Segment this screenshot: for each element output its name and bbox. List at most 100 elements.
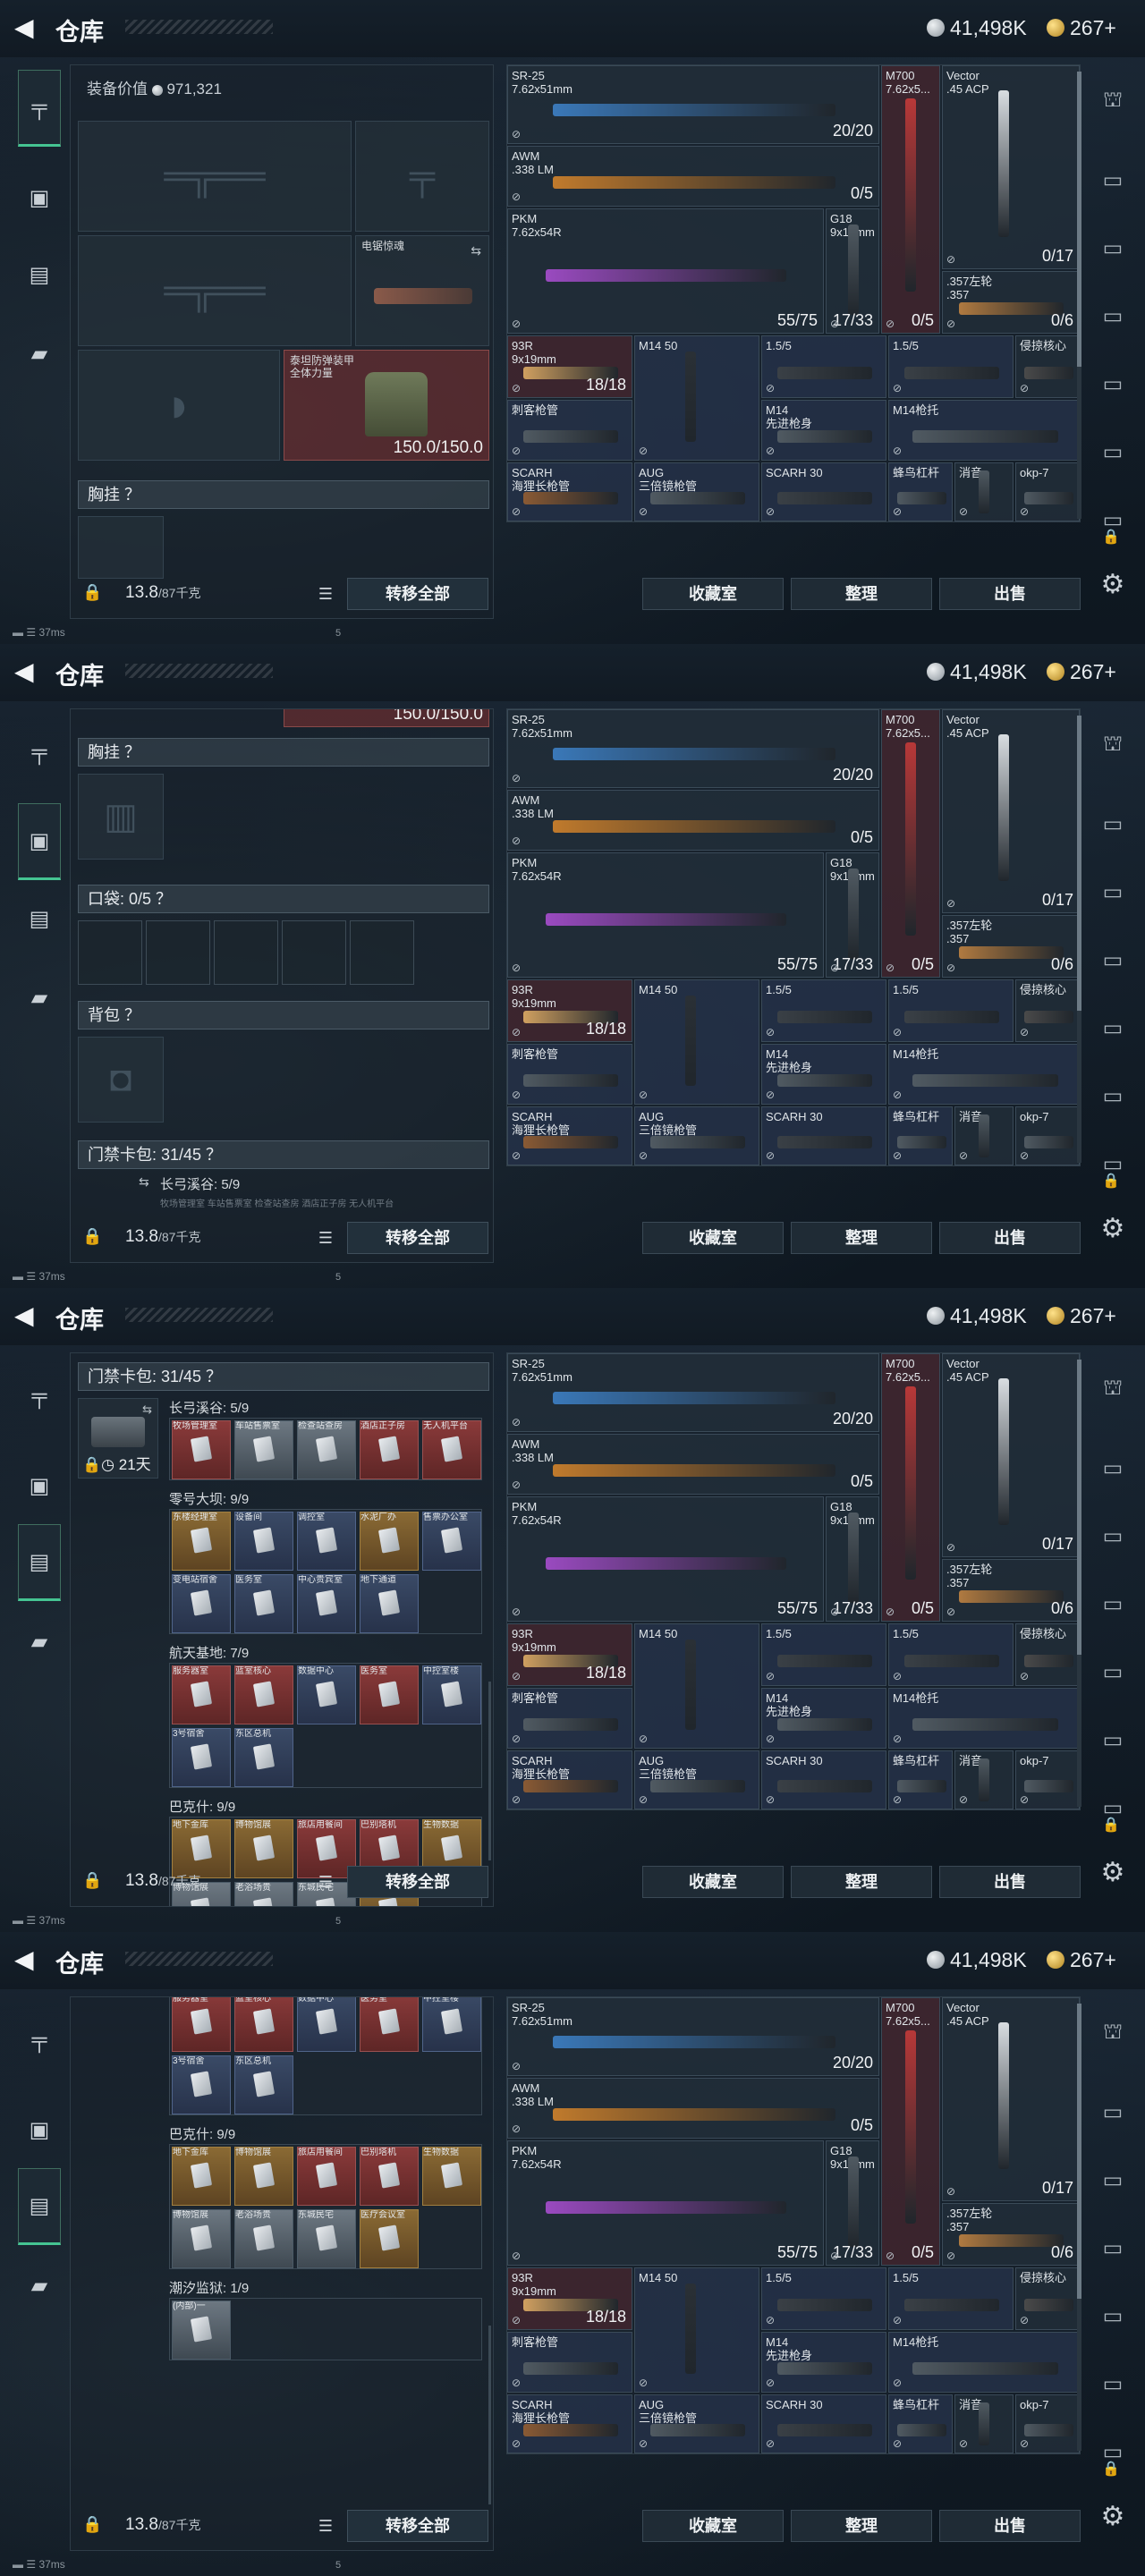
stash-page-1-icon[interactable]: ▭ (1093, 161, 1132, 200)
stash-item[interactable]: AWM .338 LM 0/5 ⊘ (507, 2078, 879, 2139)
stash-item[interactable]: AWM .338 LM 0/5 ⊘ (507, 1434, 879, 1495)
keycard-item[interactable]: 检查站查房 (297, 1420, 356, 1479)
stash-item[interactable]: 蜂鸟杠杆 ⊘ (888, 1750, 953, 1809)
keycard-item[interactable]: 数据中心 (297, 1665, 356, 1724)
stash-page-4-icon[interactable]: ▭ (1093, 1653, 1132, 1692)
stash-item[interactable]: 93R 9x19mm 18/18 ⊘ (507, 979, 632, 1042)
stash-item[interactable]: M14 先进枪身 ⊘ (761, 1044, 886, 1105)
keycard-item[interactable]: 3号宿舍 (172, 2055, 231, 2114)
swap-icon[interactable]: ⇆ (471, 243, 481, 258)
stash-item[interactable]: M700 7.62x5... 0/5 ⊘ (881, 65, 940, 334)
stash-item[interactable]: M14 先进枪身 ⊘ (761, 2332, 886, 2393)
stash-item[interactable]: 93R 9x19mm 18/18 ⊘ (507, 1623, 632, 1686)
tab-weapons[interactable]: ╤ (18, 714, 61, 791)
stash-page-2-icon[interactable]: ▭ (1093, 873, 1132, 912)
tab-equipment[interactable]: ▣ (18, 2091, 61, 2168)
stash-item[interactable]: SCARH 30 ⊘ (761, 1750, 886, 1809)
pocket-slot[interactable] (282, 920, 346, 985)
keycard-scrollbar[interactable] (488, 1682, 491, 1860)
stash-item[interactable]: SCARH 30 ⊘ (761, 1106, 886, 1165)
gold-currency[interactable]: 267+ (1047, 1945, 1116, 1974)
stash-item[interactable]: PKM 7.62x54R 55/75 ⊘ (507, 1496, 824, 1622)
stash-item[interactable]: Vector .45 ACP 0/17 ⊘ (942, 1997, 1080, 2201)
keycard-item[interactable]: (内部)一 (172, 2301, 231, 2360)
keycard-item[interactable]: 地下通道 (360, 1574, 419, 1633)
collection-button[interactable]: 收藏室 (642, 578, 784, 610)
stash-item[interactable]: 蜂鸟杠杆 ⊘ (888, 2394, 953, 2453)
stash-item[interactable]: G189x19mm17/33⊘ (826, 1496, 879, 1622)
stash-item[interactable]: G189x19mm17/33⊘ (826, 208, 879, 334)
stash-item[interactable]: M14枪托 ⊘ (888, 2332, 1080, 2393)
stash-item[interactable]: AUG 三倍镜枪管 ⊘ (634, 462, 759, 521)
stash-item[interactable]: Vector .45 ACP 0/17 ⊘ (942, 65, 1080, 269)
stash-item[interactable]: 1.5/5 ⊘ (761, 335, 886, 398)
collection-button[interactable]: 收藏室 (642, 2510, 784, 2542)
stash-item[interactable]: SCARH 海狸长枪管 ⊘ (507, 1106, 632, 1165)
stash-item[interactable]: 1.5/5 ⊘ (888, 1623, 1014, 1686)
tab-weapons[interactable]: ╤ (18, 70, 61, 147)
gold-currency[interactable]: 267+ (1047, 1301, 1116, 1330)
stash-item[interactable]: 刺客枪管 ⊘ (507, 1044, 632, 1105)
tab-equipment[interactable]: ▣ (18, 803, 61, 880)
stash-item[interactable]: .357左轮 .357 0/6 ⊘ (942, 2203, 1080, 2266)
stash-item[interactable]: 消音 ⊘ (954, 2394, 1014, 2453)
keycard-item[interactable]: 蓝室核心 (234, 1665, 293, 1724)
keycard-item[interactable]: 调控室 (297, 1512, 356, 1571)
stash-item[interactable]: 蜂鸟杠杆 ⊘ (888, 1106, 953, 1165)
pocket-slot[interactable] (146, 920, 210, 985)
keycard-item[interactable]: 东城民宅 (297, 2209, 356, 2268)
keycard-item[interactable]: 东区总机 (234, 1728, 293, 1787)
keycard-item[interactable]: 旅店用餐间 (297, 2147, 356, 2206)
keycard-item[interactable]: 蓝室核心 (234, 1997, 293, 2052)
stash-item[interactable]: SR-25 7.62x51mm 20/20 ⊘ (507, 1997, 879, 2076)
keycard-item[interactable]: 数据中心 (297, 1997, 356, 2052)
pocket-slot[interactable] (350, 920, 414, 985)
padlock-icon[interactable]: 🔒 (1102, 1172, 1120, 1190)
stash-item[interactable]: 1.5/5 ⊘ (888, 2267, 1014, 2330)
stash-item[interactable]: 93R 9x19mm 18/18 ⊘ (507, 2267, 632, 2330)
stash-item[interactable]: 侵掠核心 ⊘ (1015, 335, 1080, 398)
stash-item[interactable]: okp-7 ⊘ (1015, 2394, 1080, 2453)
stash-scrollbar[interactable] (1077, 716, 1081, 1163)
chest-rig-slot[interactable]: ▥ (78, 774, 164, 860)
stash-item[interactable]: M14 先进枪身 ⊘ (761, 1688, 886, 1749)
transfer-all-button[interactable]: 转移全部 (347, 2510, 488, 2542)
chest-rig-slot[interactable] (78, 516, 164, 579)
stash-item[interactable]: G189x19mm17/33⊘ (826, 2140, 879, 2266)
keycard-item[interactable]: 医务室 (234, 1574, 293, 1633)
stash-item[interactable]: SCARH 海狸长枪管 ⊘ (507, 1750, 632, 1809)
stash-item[interactable]: Vector .45 ACP 0/17 ⊘ (942, 709, 1080, 913)
stash-item[interactable]: M14枪托 ⊘ (888, 1044, 1080, 1105)
stash-page-4-icon[interactable]: ▭ (1093, 365, 1132, 404)
keycard-item[interactable]: 设备间 (234, 1512, 293, 1571)
stash-page-3-icon[interactable]: ▭ (1093, 297, 1132, 336)
stash-item[interactable]: SCARH 30 ⊘ (761, 462, 886, 521)
stash-page-2-icon[interactable]: ▭ (1093, 2161, 1132, 2200)
keycard-item[interactable]: 地下金库 (172, 2147, 231, 2206)
tab-case[interactable]: ▰ (18, 959, 61, 1036)
stash-page-5-icon[interactable]: ▭ (1093, 2365, 1132, 2404)
stash-item[interactable]: okp-7 ⊘ (1015, 462, 1080, 521)
sell-button[interactable]: 出售 (939, 2510, 1081, 2542)
stash-item[interactable]: SCARH 海狸长枪管 ⊘ (507, 2394, 632, 2453)
stash-item[interactable]: .357左轮 .357 0/6 ⊘ (942, 271, 1080, 334)
armor-slot[interactable]: 泰坦防弹装甲 全体力量 150.0/150.0 (284, 350, 489, 461)
stash-item[interactable]: 1.5/5 ⊘ (761, 979, 886, 1042)
stash-item[interactable]: AUG 三倍镜枪管 ⊘ (634, 1106, 759, 1165)
sidearm-slot[interactable]: ╤ (355, 121, 489, 232)
stash-page-5-icon[interactable]: ▭ (1093, 1077, 1132, 1116)
stash-item[interactable]: AUG 三倍镜枪管 ⊘ (634, 2394, 759, 2453)
stash-item[interactable]: 消音 ⊘ (954, 462, 1014, 521)
sell-button[interactable]: 出售 (939, 1866, 1081, 1898)
scroll-thumb[interactable] (1077, 2004, 1081, 2299)
list-view-icon[interactable]: ☰ (310, 1868, 342, 1896)
stash-item[interactable]: okp-7 ⊘ (1015, 1106, 1080, 1165)
armor-slot[interactable]: 150.0/150.0 (284, 709, 489, 727)
sort-button[interactable]: 整理 (791, 1222, 932, 1254)
settings-gear-icon[interactable]: ⚙ (1093, 2497, 1132, 2537)
keycard-item[interactable]: 中心贵宾室 (297, 1574, 356, 1633)
sell-button[interactable]: 出售 (939, 1222, 1081, 1254)
stash-item[interactable]: SR-25 7.62x51mm 20/20 ⊘ (507, 709, 879, 788)
keycard-case-slot[interactable]: 🔒◷ 21天 ⇆ (78, 1398, 158, 1479)
stash-item[interactable]: PKM 7.62x54R 55/75 ⊘ (507, 2140, 824, 2266)
